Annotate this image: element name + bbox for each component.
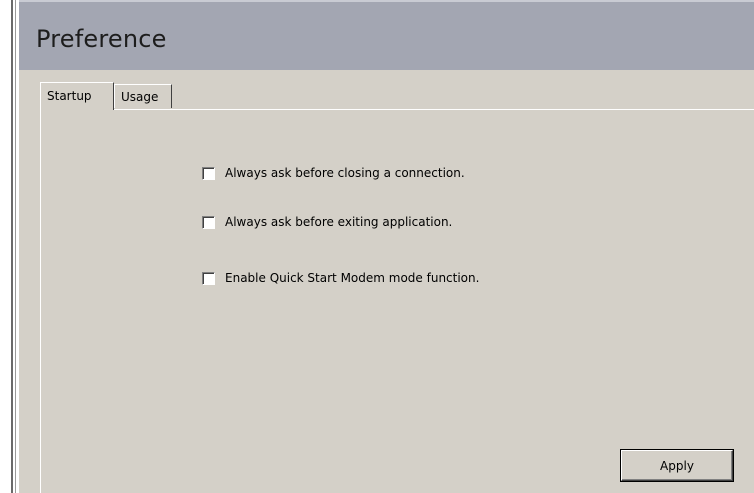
ask-before-closing-checkbox[interactable] (202, 166, 215, 180)
title-header: Preference (19, 0, 754, 70)
option-quick-start-modem[interactable]: Enable Quick Start Modem mode function. (202, 269, 479, 287)
preference-window: Preference Startup Usage Always ask befo… (19, 0, 754, 493)
page-title: Preference (36, 25, 167, 53)
option-label: Always ask before closing a connection. (225, 166, 465, 180)
option-label: Always ask before exiting application. (225, 215, 453, 229)
option-ask-before-closing[interactable]: Always ask before closing a connection. (202, 164, 465, 182)
apply-button[interactable]: Apply (621, 450, 733, 481)
tab-startup[interactable]: Startup (40, 82, 114, 110)
window-left-frame (0, 0, 18, 493)
quick-start-modem-checkbox[interactable] (202, 271, 215, 285)
frame-divider-inner (15, 0, 16, 493)
option-label: Enable Quick Start Modem mode function. (225, 271, 480, 285)
frame-divider (11, 0, 13, 493)
tab-usage[interactable]: Usage (114, 84, 172, 108)
startup-tab-panel: Always ask before closing a connection. … (40, 109, 754, 493)
ask-before-exiting-checkbox[interactable] (202, 215, 215, 229)
option-ask-before-exiting[interactable]: Always ask before exiting application. (202, 213, 452, 231)
